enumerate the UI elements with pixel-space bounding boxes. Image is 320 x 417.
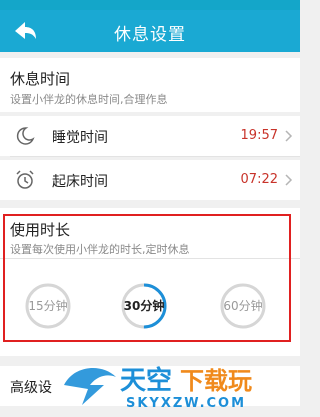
sleep-time-row[interactable]: 睡觉时间 19:57	[0, 116, 300, 156]
status-bar	[0, 0, 300, 10]
rest-time-section-header: 休息时间 设置小伴龙的休息时间,合理作息	[0, 58, 300, 112]
wake-time-label: 起床时间	[52, 174, 108, 190]
chevron-right-icon	[284, 128, 294, 142]
wake-time-row[interactable]: 起床时间 07:22	[0, 160, 300, 200]
highlight-box	[3, 214, 291, 342]
rest-time-subtitle: 设置小伴龙的休息时间,合理作息	[10, 93, 168, 106]
site-watermark-logo: 天空 下载玩 SKYXZW.COM	[60, 355, 300, 413]
svg-text:下载玩: 下载玩	[180, 367, 252, 395]
moon-icon	[14, 125, 36, 147]
svg-text:天空: 天空	[120, 365, 172, 396]
row-divider	[10, 156, 300, 157]
chevron-right-icon	[284, 172, 294, 186]
sleep-time-value: 19:57	[240, 128, 278, 143]
sleep-time-label: 睡觉时间	[52, 130, 108, 146]
rest-time-title: 休息时间	[10, 70, 71, 88]
svg-text:SKYXZW.COM: SKYXZW.COM	[126, 396, 246, 411]
top-bar: 休息设置	[0, 10, 300, 52]
page-title: 休息设置	[114, 25, 186, 45]
wake-time-value: 07:22	[240, 172, 278, 187]
alarm-clock-icon	[14, 169, 36, 191]
advanced-settings-label: 高级设	[10, 380, 52, 396]
